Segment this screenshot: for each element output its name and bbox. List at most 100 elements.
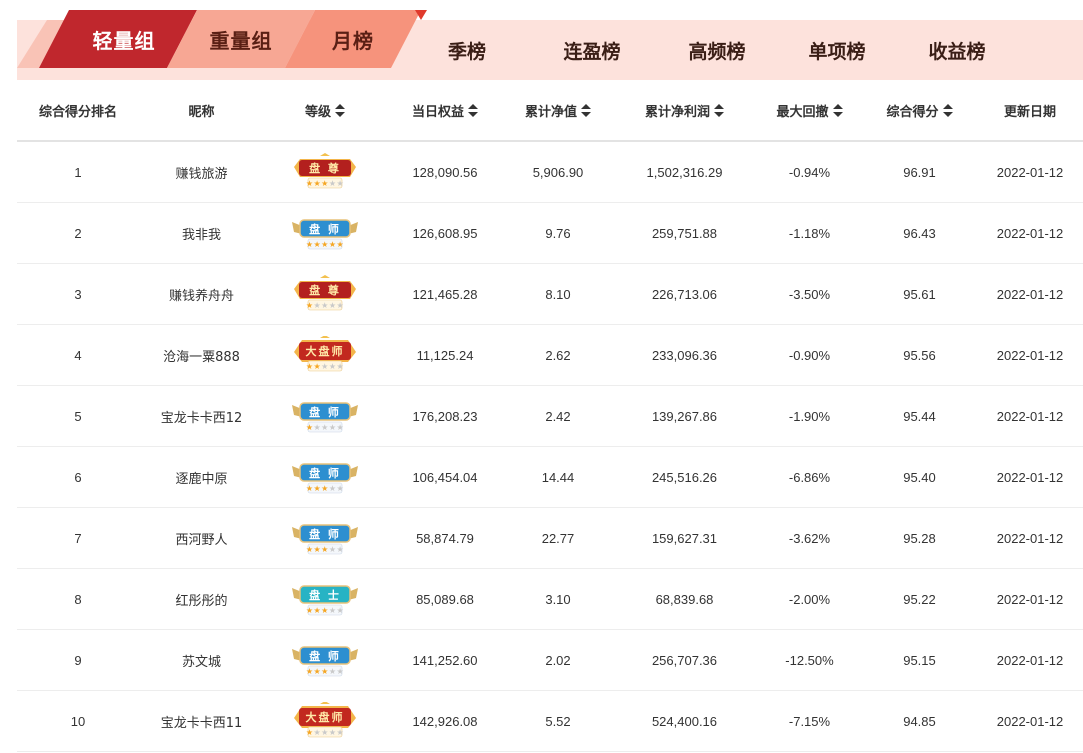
star-icon: ★ — [328, 606, 337, 615]
tab-quarterly[interactable]: 季榜 — [422, 30, 512, 70]
cell-score: 95.40 — [903, 469, 936, 485]
star-icon: ★ — [336, 545, 345, 554]
tab-bar: 轻量组 重量组 月榜 季榜 连盈榜 高频榜 单项榜 收益榜 — [17, 10, 1083, 80]
cell-net-profit: 524,400.16 — [651, 713, 718, 729]
cell-score: 95.61 — [903, 286, 936, 302]
header-equity[interactable]: 当日权益 — [386, 101, 504, 120]
cell-level: 盘 师 ★★★★★ — [264, 641, 386, 679]
table-row[interactable]: 2 我非我 盘 师 ★★★★★ 126,608.95 9.76 259,751.88 -1.1… — [17, 203, 1083, 264]
star-icon: ★ — [328, 667, 337, 676]
level-badge-label: 大盘师 — [305, 711, 345, 724]
tab-single-item[interactable]: 单项榜 — [777, 30, 897, 70]
header-nav[interactable]: 累计净值 — [504, 101, 612, 120]
cell-update-date: 2022-01-12 — [996, 225, 1064, 241]
cell-net-profit: 259,751.88 — [651, 225, 718, 241]
cell-net-profit: 233,096.36 — [651, 347, 718, 363]
level-badge-icon: 盘 尊 ★★★★★ — [290, 153, 360, 191]
level-badge-label: 盘 师 — [309, 223, 341, 236]
table-row[interactable]: 6 逐鹿中原 盘 师 ★★★★★ 106,454.04 14.44 245,516.26 -6… — [17, 447, 1083, 508]
header-score[interactable]: 综合得分 — [862, 101, 977, 120]
cell-nickname[interactable]: 逐鹿中原 — [139, 468, 264, 487]
star-icon: ★ — [336, 362, 345, 371]
cell-nickname[interactable]: 沧海一粟888 — [139, 346, 264, 365]
cell-nickname[interactable]: 宝龙卡卡西11 — [139, 712, 264, 731]
tab-monthly[interactable]: 月榜 — [305, 10, 401, 68]
sort-icon[interactable] — [714, 103, 724, 117]
tab-heavy-group[interactable]: 重量组 — [185, 10, 297, 68]
star-icon: ★ — [328, 728, 337, 737]
cell-max-drawdown: -3.50% — [788, 286, 831, 302]
cell-net-profit: 139,267.86 — [651, 408, 718, 424]
sort-icon[interactable] — [335, 103, 345, 117]
star-icon: ★ — [321, 423, 329, 432]
header-net-profit[interactable]: 累计净利润 — [612, 101, 757, 120]
cell-nav: 14.44 — [541, 469, 575, 485]
level-badge-icon: 盘 士 ★★★★★ — [290, 580, 360, 618]
star-icon: ★ — [321, 484, 329, 493]
star-icon: ★ — [313, 362, 322, 371]
cell-level: 盘 师 ★★★★★ — [264, 519, 386, 557]
cell-update-date: 2022-01-12 — [996, 286, 1064, 302]
level-badge-icon: 盘 师 ★★★★★ — [290, 641, 360, 679]
table-row[interactable]: 9 苏文城 盘 师 ★★★★★ 141,252.60 2.02 256,707.36 -12.… — [17, 630, 1083, 691]
star-icon: ★ — [321, 606, 329, 615]
cell-nav: 22.77 — [541, 530, 575, 546]
star-icon: ★ — [328, 301, 337, 310]
cell-level: 大盘师 ★★★★★ — [264, 336, 386, 374]
star-icon: ★ — [313, 301, 322, 310]
header-max-drawdown[interactable]: 最大回撤 — [757, 101, 862, 120]
sort-icon[interactable] — [942, 103, 953, 117]
tab-light-group[interactable]: 轻量组 — [69, 10, 179, 68]
table-row[interactable]: 10 宝龙卡卡西11 大盘师 ★★★★★ 142,926.08 5.52 524,400.1… — [17, 691, 1083, 752]
level-stars: ★★★★★ — [290, 729, 360, 737]
cell-max-drawdown: -0.94% — [788, 164, 831, 180]
sort-icon[interactable] — [832, 103, 843, 117]
cell-max-drawdown: -3.62% — [788, 530, 831, 546]
header-level[interactable]: 等级 — [264, 101, 386, 120]
cell-rank: 6 — [74, 469, 82, 485]
table-row[interactable]: 4 沧海一粟888 大盘师 ★★★★★ 11,125.24 2.62 233,096.36 -… — [17, 325, 1083, 386]
cell-equity: 176,208.23 — [412, 408, 478, 424]
table-row[interactable]: 7 西河野人 盘 师 ★★★★★ 58,874.79 22.77 159,627.31 -3.… — [17, 508, 1083, 569]
level-stars: ★★★★★ — [290, 241, 360, 249]
table-row[interactable]: 5 宝龙卡卡西12 盘 师 ★★★★★ 176,208.23 2.42 139,267.86… — [17, 386, 1083, 447]
star-icon: ★ — [328, 362, 337, 371]
tab-consecutive-win[interactable]: 连盈榜 — [532, 30, 652, 70]
star-icon: ★ — [336, 667, 345, 676]
cell-nickname[interactable]: 苏文城 — [139, 651, 264, 670]
cell-max-drawdown: -6.86% — [788, 469, 831, 485]
tab-returns[interactable]: 收益榜 — [897, 30, 1017, 70]
cell-nickname[interactable]: 宝龙卡卡西12 — [139, 407, 264, 426]
cell-nav: 5.52 — [545, 713, 571, 729]
cell-nickname[interactable]: 红彤彤的 — [139, 590, 264, 609]
level-badge-label: 盘 师 — [309, 650, 341, 663]
level-badge-icon: 盘 师 ★★★★★ — [290, 519, 360, 557]
table-row[interactable]: 3 赚钱养舟舟 盘 尊 ★★★★★ 121,465.28 8.10 226,713.06 -3… — [17, 264, 1083, 325]
level-stars: ★★★★★ — [290, 302, 360, 310]
cell-max-drawdown: -1.18% — [788, 225, 831, 241]
tab-high-frequency[interactable]: 高频榜 — [657, 30, 777, 70]
cell-level: 盘 尊 ★★★★★ — [264, 153, 386, 191]
cell-nav: 9.76 — [545, 225, 571, 241]
cell-rank: 10 — [70, 713, 86, 729]
cell-net-profit: 1,502,316.29 — [646, 164, 723, 180]
star-icon: ★ — [336, 484, 345, 493]
header-rank: 综合得分排名 — [38, 104, 117, 120]
cell-nickname[interactable]: 赚钱养舟舟 — [139, 285, 264, 304]
star-icon: ★ — [321, 301, 329, 310]
cell-net-profit: 256,707.36 — [651, 652, 718, 668]
table-row[interactable]: 1 赚钱旅游 盘 尊 ★★★★★ 128,090.56 5,906.90 1,502,316… — [17, 142, 1083, 203]
sort-icon[interactable] — [581, 103, 591, 117]
cell-nickname[interactable]: 西河野人 — [139, 529, 264, 548]
table-row[interactable]: 8 红彤彤的 盘 士 ★★★★★ 85,089.68 3.10 68,839.68 -2.00… — [17, 569, 1083, 630]
cell-nickname[interactable]: 赚钱旅游 — [139, 163, 264, 182]
cell-equity: 128,090.56 — [412, 164, 478, 180]
star-icon: ★ — [336, 179, 345, 188]
cell-nickname[interactable]: 我非我 — [139, 224, 264, 243]
table-header: 综合得分排名 昵称 等级 当日权益 累计净值 累计净利润 最大回撤 综合得分 更… — [17, 80, 1083, 142]
cell-max-drawdown: -2.00% — [788, 591, 831, 607]
star-icon: ★ — [328, 484, 337, 493]
star-icon: ★ — [336, 606, 345, 615]
level-stars: ★★★★★ — [290, 668, 360, 676]
sort-icon[interactable] — [468, 103, 478, 117]
